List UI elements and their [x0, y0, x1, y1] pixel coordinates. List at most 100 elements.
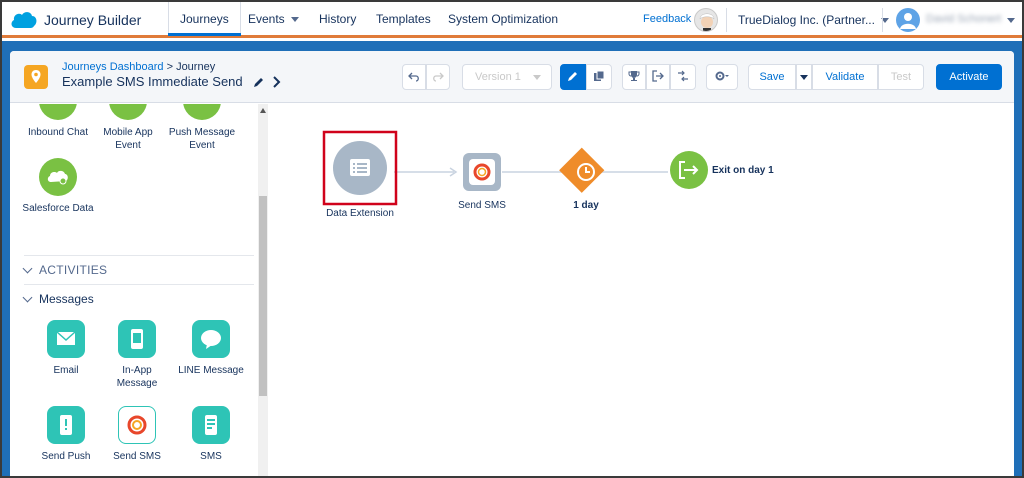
einstein-face-icon	[699, 13, 715, 31]
in-app-icon	[118, 320, 156, 358]
line-icon	[192, 320, 230, 358]
tab-events[interactable]: Events	[248, 2, 299, 36]
exit-icon	[652, 70, 664, 82]
scroll-thumb[interactable]	[259, 196, 267, 396]
chevron-down-icon[interactable]	[1007, 18, 1015, 23]
user-avatar[interactable]	[896, 8, 920, 32]
sidebar-scrollbar[interactable]	[258, 104, 268, 476]
tab-history[interactable]: History	[319, 2, 356, 36]
entry-source-push-message-event[interactable]: Push Message Event	[166, 104, 238, 152]
validate-button[interactable]: Validate	[812, 64, 878, 90]
test-button[interactable]: Test	[878, 64, 924, 90]
activity-send-sms[interactable]: Send SMS	[101, 406, 173, 463]
activity-sms[interactable]: SMS	[175, 406, 247, 463]
copy-button[interactable]	[586, 64, 612, 90]
envelope-icon	[56, 331, 76, 345]
nav-divider	[882, 8, 883, 32]
undo-button[interactable]	[402, 64, 426, 90]
sms-phone-icon	[192, 406, 230, 444]
email-icon	[47, 320, 85, 358]
goal-button[interactable]	[622, 64, 646, 90]
activities-label: ACTIVITIES	[39, 263, 108, 277]
messages-section-header[interactable]: Messages	[22, 292, 94, 306]
salesforce-logo-icon[interactable]	[10, 10, 38, 30]
edit-pencil-icon[interactable]	[252, 77, 266, 89]
entry-source-label: Inbound Chat	[27, 127, 89, 138]
exit-criteria-button[interactable]	[646, 64, 670, 90]
breadcrumb-separator: >	[163, 61, 177, 73]
tab-journeys[interactable]: Journeys	[168, 2, 241, 36]
wait-node[interactable]	[559, 147, 605, 193]
activity-node-send-sms[interactable]	[463, 153, 501, 191]
wait-diamond	[559, 147, 605, 193]
tab-templates[interactable]: Templates	[376, 2, 431, 36]
chevron-down-icon	[533, 75, 541, 80]
pencil-icon	[568, 72, 577, 81]
tab-templates-label: Templates	[376, 12, 431, 26]
activity-in-app-message[interactable]: In-App Message	[101, 320, 173, 390]
wait-node-label: 1 day	[573, 200, 599, 211]
entry-node-data-extension[interactable]	[333, 141, 387, 195]
journey-map-pin-icon	[24, 65, 48, 89]
chevron-down-icon	[22, 292, 33, 303]
activate-button[interactable]: Activate	[936, 64, 1002, 90]
undo-icon	[408, 72, 419, 82]
breadcrumb-dashboard-link[interactable]: Journeys Dashboard	[62, 61, 164, 73]
user-name[interactable]: David Schonert	[926, 13, 1001, 25]
settings-button[interactable]	[706, 64, 738, 90]
entry-source-mobile-app-event[interactable]: Mobile App Event	[92, 104, 164, 152]
journey-header: Journeys Dashboard > Journey Example SMS…	[10, 51, 1014, 103]
nav-divider	[726, 8, 727, 32]
chevron-right-icon[interactable]	[272, 75, 282, 89]
chevron-down-icon	[800, 74, 808, 80]
phone-alert-icon	[60, 415, 72, 435]
save-options-button[interactable]	[796, 64, 812, 90]
redo-button[interactable]	[426, 64, 450, 90]
breadcrumb-current: Journey	[176, 61, 216, 73]
journey-canvas[interactable]: Data Extension Send SMS 1 day Exit on da…	[280, 104, 1014, 476]
journey-workspace: Journeys Dashboard > Journey Example SMS…	[10, 51, 1014, 476]
top-nav: Journey Builder Journeys Events History …	[2, 2, 1022, 38]
activity-line-message[interactable]: LINE Message	[175, 320, 247, 377]
activities-section-header[interactable]: ACTIVITIES	[22, 263, 108, 277]
trophy-icon	[628, 71, 640, 81]
exit-node[interactable]	[670, 151, 708, 189]
workspace-band: Journeys Dashboard > Journey Example SMS…	[2, 41, 1022, 476]
org-switcher[interactable]: TrueDialog Inc. (Partner...	[738, 13, 889, 27]
activity-label: LINE Message	[178, 365, 244, 376]
contact-entry-button[interactable]	[670, 64, 696, 90]
tab-events-label: Events	[248, 12, 285, 26]
feedback-link[interactable]: Feedback	[643, 13, 691, 25]
breadcrumb: Journeys Dashboard > Journey	[62, 61, 215, 73]
cloud-icon	[47, 170, 68, 185]
tab-history-label: History	[319, 12, 357, 26]
messages-label: Messages	[39, 292, 94, 306]
salesforce-cloud-icon	[39, 158, 77, 196]
app-frame: Journey Builder Journeys Events History …	[0, 0, 1024, 478]
sms-logo-icon	[118, 406, 156, 444]
app-title: Journey Builder	[44, 12, 142, 28]
redo-icon	[433, 72, 444, 82]
user-icon	[900, 13, 916, 29]
reentry-icon	[678, 70, 688, 82]
activity-email[interactable]: Email	[30, 320, 102, 377]
edit-mode-button[interactable]	[560, 64, 586, 90]
chevron-down-icon	[290, 17, 299, 23]
einstein-avatar[interactable]	[694, 8, 718, 32]
activity-label: Send Push	[41, 451, 91, 462]
activity-label: SMS	[200, 451, 222, 462]
entry-source-inbound-chat[interactable]: Inbound Chat	[22, 104, 94, 139]
speech-bubble-icon	[201, 330, 221, 349]
section-divider	[24, 255, 254, 256]
journey-flow	[322, 130, 708, 206]
chat-icon	[39, 104, 77, 120]
tab-journeys-label: Journeys	[180, 12, 229, 26]
entry-source-salesforce-data[interactable]: Salesforce Data	[22, 158, 94, 215]
save-button[interactable]: Save	[748, 64, 796, 90]
scroll-up-icon[interactable]	[260, 108, 266, 113]
activity-send-push[interactable]: Send Push	[30, 406, 102, 463]
tab-system-optimization[interactable]: System Optimization	[448, 2, 558, 36]
journey-name: Example SMS Immediate Send	[62, 74, 243, 89]
version-select[interactable]: Version 1	[462, 64, 552, 90]
activity-label: Send SMS	[113, 451, 161, 462]
